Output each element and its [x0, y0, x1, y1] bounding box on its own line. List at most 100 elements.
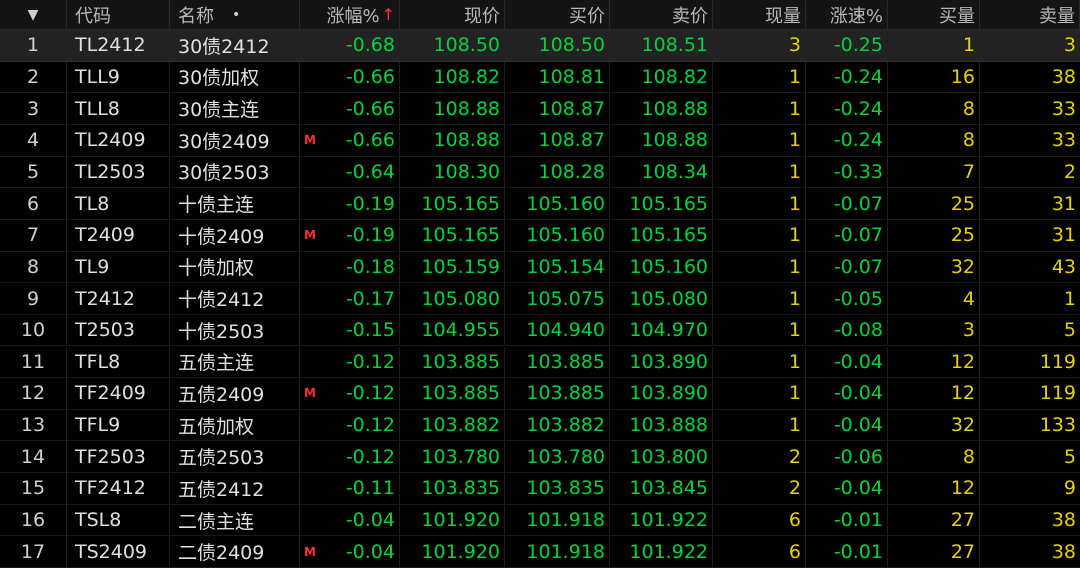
chevron-down-icon[interactable]: ▼	[28, 7, 39, 23]
table-row[interactable]: 14 TF2503 五债2503 -0.12 103.780 103.780 103.800…	[0, 441, 1080, 474]
header-ask-label: 卖价	[672, 5, 708, 27]
row-index: 15	[0, 473, 67, 504]
bid-price-value: 103.885	[505, 346, 610, 378]
ask-qty-value: 133	[1039, 414, 1076, 437]
column-options-dot-icon[interactable]: •	[232, 7, 240, 23]
row-index: 6	[0, 188, 67, 219]
row-index: 16	[0, 504, 67, 536]
contract-code: T2503	[67, 314, 170, 346]
bid-qty-value: 8	[888, 441, 980, 473]
header-code[interactable]: 代码	[67, 0, 170, 29]
contract-code: T2412	[67, 283, 170, 314]
header-speed-label: 涨速%	[829, 5, 883, 27]
volume-value: 6	[713, 536, 806, 568]
bid-price-value: 105.075	[505, 283, 610, 314]
table-row[interactable]: 7 T2409 十债2409 -0.19 105.165 105.160 105.165 1-…	[0, 219, 1080, 252]
header-bid-qty[interactable]: 买量	[888, 0, 980, 29]
table-row[interactable]: 12 TF2409 五债2409 -0.12 103.885 103.885 103.890…	[0, 378, 1080, 410]
ask-price-value: 101.922	[610, 504, 713, 536]
bid-qty-value: 7	[888, 156, 980, 188]
ask-qty-value: 119	[1039, 382, 1076, 405]
last-price-value: 104.955	[400, 314, 505, 346]
header-ask-qty[interactable]: 卖量	[980, 0, 1080, 29]
contract-name: 十债2409	[170, 219, 300, 251]
table-row[interactable]: 16 TSL8 二债主连 -0.04 101.920 101.918 101.922 6 -0.…	[0, 504, 1080, 537]
header-change-pct[interactable]: 涨幅% ↑	[300, 0, 400, 29]
row-index: 1	[0, 30, 67, 61]
header-bid[interactable]: 买价	[505, 0, 610, 29]
bid-price-value: 103.882	[505, 409, 610, 441]
ask-qty-value: 38	[1051, 65, 1076, 88]
ask-price-value: 103.845	[610, 473, 713, 504]
ask-price-value: 103.888	[610, 409, 713, 441]
speed-value: -0.07	[806, 188, 888, 219]
row-index: 4	[0, 124, 67, 156]
bid-price-value: 105.154	[505, 251, 610, 283]
change-pct-value: -0.68	[300, 30, 400, 61]
last-price-value: 103.780	[400, 441, 505, 473]
table-row[interactable]: 9 T2412 十债2412 -0.17 105.080 105.075 105.080 1-…	[0, 283, 1080, 315]
ask-price-value: 105.165	[610, 219, 713, 251]
ask-price-value: 108.88	[610, 93, 713, 124]
change-pct-value: -0.15	[300, 314, 400, 346]
last-price-value: 103.885	[400, 378, 505, 409]
contract-code: TL9	[67, 251, 170, 283]
row-index: 12	[0, 378, 67, 409]
table-row[interactable]: 17 TS2409 二债2409 -0.04 101.920 101.918 101.922…	[0, 536, 1080, 568]
last-price-value: 108.88	[400, 93, 505, 124]
speed-value: -0.24	[806, 93, 888, 124]
header-ask[interactable]: 卖价	[610, 0, 713, 29]
contract-code: TLL8	[67, 93, 170, 124]
header-ask-qty-label: 卖量	[1039, 5, 1075, 27]
ask-qty-value: 5	[1063, 445, 1076, 468]
contract-name: 30债2409	[170, 124, 300, 156]
contract-name: 五债主连	[170, 346, 300, 378]
volume-value: 1	[713, 251, 806, 283]
row-index: 9	[0, 283, 67, 314]
bid-qty-value: 12	[888, 346, 980, 378]
bid-qty-value: 3	[888, 314, 980, 346]
table-row[interactable]: 10 T2503 十债2503 -0.15 104.955 104.940 104.970 1…	[0, 314, 1080, 347]
table-row[interactable]: 6 TL8 十债主连 -0.19 105.165 105.160 105.165 1 -0.07…	[0, 188, 1080, 220]
table-row[interactable]: 1 TL2412 30债2412 -0.68 108.50 108.50 108.51 3 -0…	[0, 30, 1080, 62]
last-price-value: 105.165	[400, 188, 505, 219]
ask-price-value: 108.51	[610, 30, 713, 61]
contract-code: TL2412	[67, 30, 170, 61]
speed-value: -0.06	[806, 441, 888, 473]
contract-name: 30债2412	[170, 30, 300, 61]
table-row[interactable]: 13 TFL9 五债加权 -0.12 103.882 103.882 103.888 1 -0.…	[0, 409, 1080, 442]
table-row[interactable]: 15 TF2412 五债2412 -0.11 103.835 103.835 103.845…	[0, 473, 1080, 505]
sort-arrow-icon: ↑	[381, 5, 395, 24]
bid-qty-value: 32	[888, 409, 980, 441]
ask-price-value: 104.970	[610, 314, 713, 346]
table-row[interactable]: 3 TLL8 30债主连 -0.66 108.88 108.87 108.88 1 -0.24 8…	[0, 93, 1080, 125]
table-row[interactable]: 4 TL2409 30债2409 -0.66 108.88 108.87 108.88 1 -0…	[0, 124, 1080, 157]
bid-price-value: 108.81	[505, 61, 610, 93]
header-last[interactable]: 现价	[400, 0, 505, 29]
table-row[interactable]: 11 TFL8 五债主连 -0.12 103.885 103.885 103.890 1 -0.…	[0, 346, 1080, 379]
speed-value: -0.05	[806, 283, 888, 314]
contract-code: TSL8	[67, 504, 170, 536]
header-volume[interactable]: 现量	[713, 0, 806, 29]
bid-qty-value: 4	[888, 283, 980, 314]
table-row[interactable]: 2 TLL9 30债加权 -0.66 108.82 108.81 108.82 1 -0.24 1…	[0, 61, 1080, 94]
header-speed[interactable]: 涨速%	[806, 0, 888, 29]
table-row[interactable]: 8 TL9 十债加权 -0.18 105.159 105.154 105.160 1 -0.07…	[0, 251, 1080, 284]
row-index: 8	[0, 251, 67, 283]
table-row[interactable]: 5 TL2503 30债2503 -0.64 108.30 108.28 108.34 1 -0…	[0, 156, 1080, 189]
ask-price-value: 108.82	[610, 61, 713, 93]
header-name[interactable]: 名称 •	[170, 0, 300, 29]
bid-qty-value: 25	[888, 188, 980, 219]
column-menu-button[interactable]: ▼	[0, 0, 67, 29]
contract-name: 30债主连	[170, 93, 300, 124]
last-price-value: 101.920	[400, 504, 505, 536]
volume-value: 2	[713, 441, 806, 473]
bid-price-value: 105.160	[505, 219, 610, 251]
change-pct-value: -0.04	[300, 504, 400, 536]
last-price-value: 108.30	[400, 156, 505, 188]
speed-value: -0.01	[806, 504, 888, 536]
speed-value: -0.33	[806, 156, 888, 188]
bid-qty-value: 12	[888, 378, 980, 409]
change-pct-value: -0.12	[300, 346, 400, 378]
volume-value: 3	[713, 30, 806, 61]
